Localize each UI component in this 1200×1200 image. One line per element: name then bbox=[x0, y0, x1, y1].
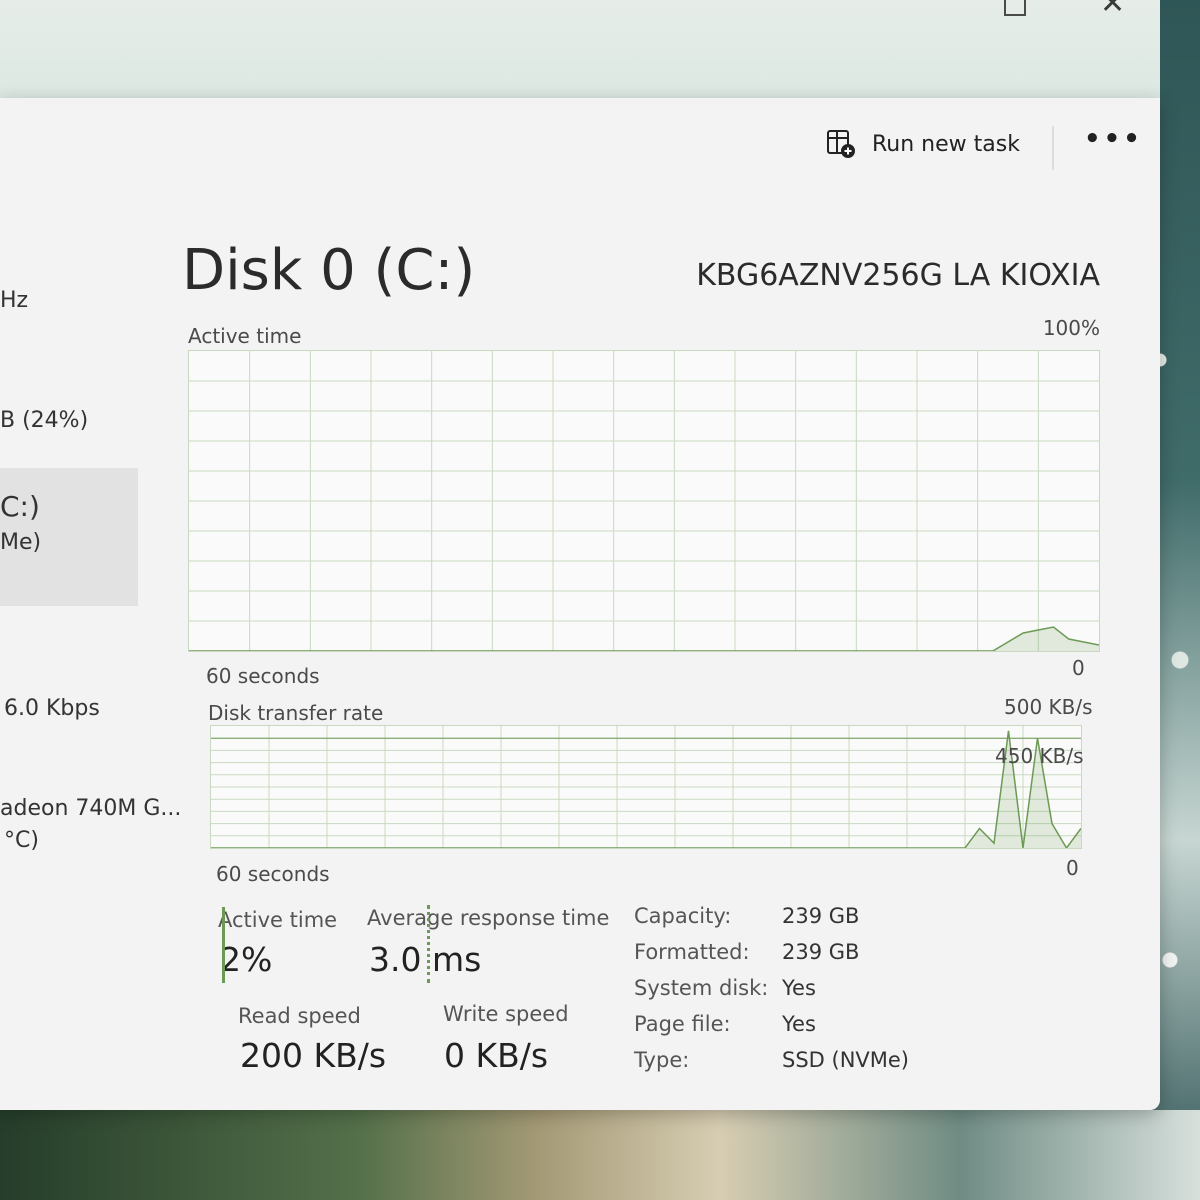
active-time-graph-label: Active time bbox=[188, 324, 302, 348]
run-task-icon bbox=[826, 129, 856, 159]
read-speed-indicator bbox=[222, 907, 225, 983]
task-manager-window: Run new task ••• Hz B (24%) C:) Me) 6.0 … bbox=[0, 98, 1160, 1110]
active-time-graph-max: 100% bbox=[1042, 316, 1100, 340]
page-title: Disk 0 (C:) bbox=[182, 238, 476, 303]
maximize-button[interactable] bbox=[1004, 0, 1026, 16]
run-new-task-button[interactable]: Run new task bbox=[826, 126, 1020, 162]
page-file-value: Yes bbox=[782, 1012, 816, 1036]
average-response-time-value: 3.0 ms bbox=[369, 940, 482, 979]
transfer-graph-min: 0 bbox=[1066, 856, 1079, 880]
average-response-time-label: Average response time bbox=[367, 906, 610, 930]
read-speed-value: 200 KB/s bbox=[240, 1036, 387, 1075]
toolbar: Run new task ••• bbox=[0, 98, 1160, 198]
transfer-graph-label: Disk transfer rate bbox=[208, 701, 384, 725]
system-disk-label: System disk: bbox=[634, 976, 769, 1000]
sidebar-item-gpu-name[interactable]: adeon 740M G... bbox=[0, 796, 181, 821]
more-options-button[interactable]: ••• bbox=[1084, 124, 1143, 154]
sidebar-item-network-rate[interactable]: 6.0 Kbps bbox=[4, 696, 100, 721]
formatted-label: Formatted: bbox=[634, 940, 750, 964]
run-new-task-label: Run new task bbox=[872, 131, 1020, 157]
active-time-graph-min: 0 bbox=[1072, 656, 1085, 680]
page-file-label: Page file: bbox=[634, 1012, 731, 1036]
formatted-value: 239 GB bbox=[782, 940, 860, 964]
close-button[interactable]: ✕ bbox=[1100, 0, 1125, 19]
read-speed-label: Read speed bbox=[238, 1004, 361, 1028]
sidebar-item-cpu-speed[interactable]: Hz bbox=[0, 288, 28, 313]
active-time-graph-area bbox=[189, 627, 1099, 651]
sidebar-item-gpu-temp[interactable]: °C) bbox=[4, 828, 39, 853]
type-value: SSD (NVMe) bbox=[782, 1048, 910, 1072]
capacity-value: 239 GB bbox=[782, 904, 860, 928]
capacity-label: Capacity: bbox=[634, 904, 732, 928]
sidebar-item-disk-type[interactable]: Me) bbox=[0, 530, 41, 555]
sidebar-item-disk-name[interactable]: C:) bbox=[0, 490, 40, 523]
active-time-label: Active time bbox=[218, 908, 338, 932]
transfer-graph-marker: 450 KB/s bbox=[995, 744, 1084, 768]
transfer-graph-span: 60 seconds bbox=[216, 862, 330, 886]
active-time-value: 2% bbox=[220, 940, 273, 979]
transfer-graph-max: 500 KB/s bbox=[1004, 695, 1093, 719]
active-time-graph-series-line bbox=[189, 626, 1099, 651]
active-time-graph bbox=[188, 350, 1100, 652]
transfer-rate-graph-area bbox=[211, 730, 1081, 848]
type-label: Type: bbox=[634, 1048, 690, 1072]
write-speed-label: Write speed bbox=[443, 1002, 569, 1026]
disk-model: KBG6AZNV256G LA KIOXIA bbox=[696, 258, 1100, 293]
transfer-rate-graph bbox=[210, 725, 1082, 849]
sidebar-item-memory-usage[interactable]: B (24%) bbox=[0, 408, 88, 433]
active-time-graph-span: 60 seconds bbox=[206, 664, 320, 688]
desktop-wallpaper-bottom bbox=[0, 1110, 1200, 1200]
write-speed-indicator bbox=[427, 905, 430, 983]
system-disk-value: Yes bbox=[782, 976, 816, 1000]
title-bar: ✕ bbox=[0, 0, 1160, 98]
write-speed-value: 0 KB/s bbox=[444, 1036, 549, 1075]
transfer-rate-graph-series-line bbox=[211, 730, 1081, 848]
toolbar-separator bbox=[1052, 126, 1054, 170]
